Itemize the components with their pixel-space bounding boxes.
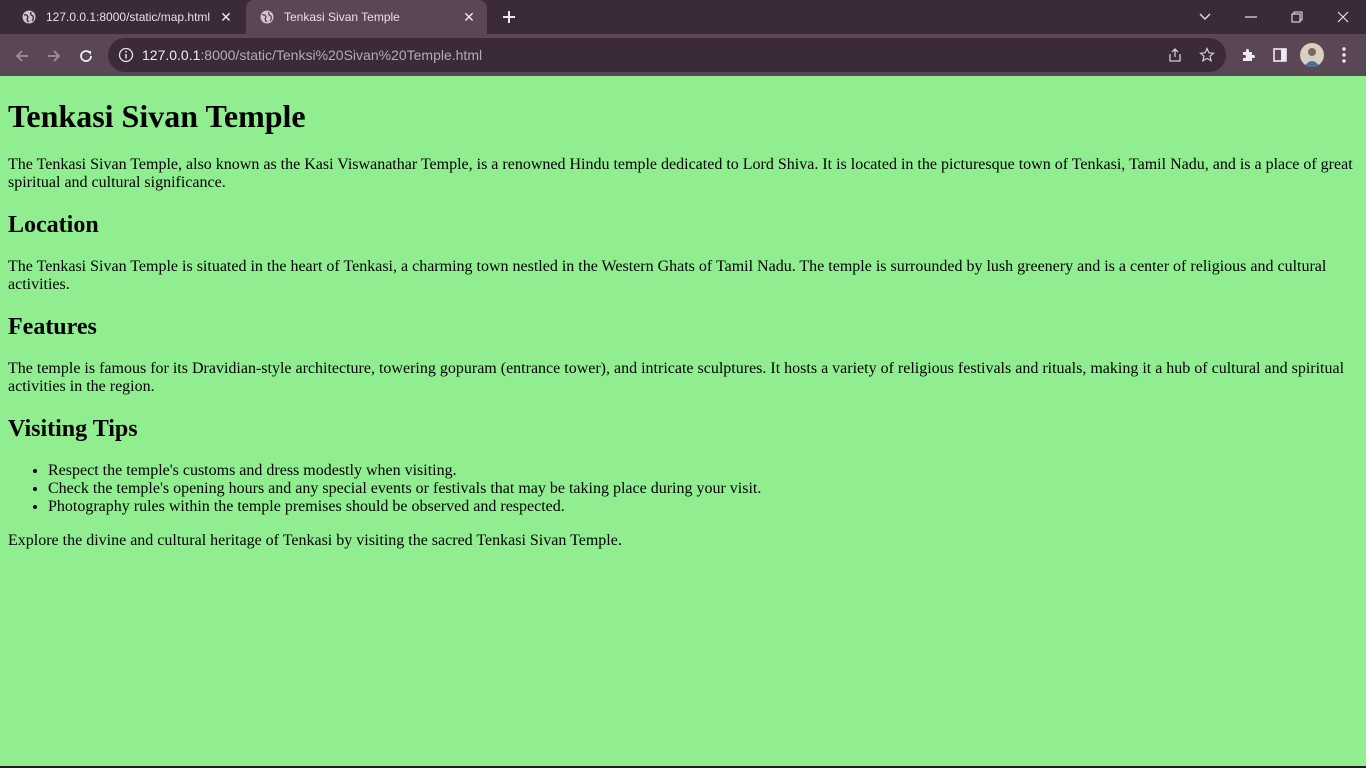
features-paragraph: The temple is famous for its Dravidian-s…: [8, 360, 1345, 395]
share-icon[interactable]: [1166, 46, 1184, 64]
restore-button[interactable]: [1274, 0, 1320, 34]
new-tab-button[interactable]: [498, 6, 520, 28]
minimize-icon: [1245, 16, 1257, 18]
menu-dots-icon[interactable]: [1332, 43, 1356, 67]
tab-title: 127.0.0.1:8000/static/map.html: [46, 10, 211, 24]
url-text[interactable]: 127.0.0.1:8000/static/Tenksi%20Sivan%20T…: [142, 47, 482, 63]
tab-tenkasi-temple[interactable]: Tenkasi Sivan Temple ✕: [246, 0, 487, 34]
globe-icon: [260, 10, 274, 24]
location-heading: Location: [8, 212, 99, 238]
info-icon[interactable]: [118, 47, 134, 63]
closing-paragraph: Explore the divine and cultural heritage…: [8, 532, 622, 549]
back-arrow-icon: [15, 50, 28, 62]
minimize-button[interactable]: [1228, 0, 1274, 34]
features-heading: Features: [8, 314, 97, 340]
visiting-tips-heading: Visiting Tips: [8, 416, 138, 442]
location-paragraph: The Tenkasi Sivan Temple is situated in …: [8, 258, 1327, 293]
plus-icon: [503, 11, 515, 23]
globe-icon: [22, 10, 36, 24]
forward-arrow-icon: [48, 50, 61, 62]
tab-search-button[interactable]: [1182, 0, 1228, 34]
list-item: Check the temple's opening hours and any…: [48, 480, 1358, 498]
bookmark-star-icon[interactable]: [1198, 46, 1216, 64]
extensions-icon[interactable]: [1236, 43, 1260, 67]
url-path: :8000/static/Tenksi%20Sivan%20Temple.htm…: [200, 47, 483, 63]
page-content: Tenkasi Sivan Temple The Tenkasi Sivan T…: [0, 76, 1366, 766]
list-item: Photography rules within the temple prem…: [48, 498, 1358, 516]
visiting-tips-list: Respect the temple's customs and dress m…: [48, 462, 1358, 516]
back-button[interactable]: [8, 42, 36, 70]
tab-map[interactable]: 127.0.0.1:8000/static/map.html ✕: [8, 0, 244, 34]
profile-avatar[interactable]: [1300, 43, 1324, 67]
close-tab-icon[interactable]: ✕: [217, 8, 235, 26]
reload-button[interactable]: [72, 42, 100, 70]
list-item: Respect the temple's customs and dress m…: [48, 462, 1358, 480]
tab-strip: 127.0.0.1:8000/static/map.html ✕ Tenkasi…: [0, 0, 1366, 34]
close-window-button[interactable]: [1320, 0, 1366, 34]
url-host: 127.0.0.1: [142, 47, 201, 63]
close-icon: [1337, 11, 1349, 23]
forward-button[interactable]: [40, 42, 68, 70]
address-bar[interactable]: 127.0.0.1:8000/static/Tenksi%20Sivan%20T…: [108, 38, 1226, 72]
restore-icon: [1291, 11, 1303, 23]
close-tab-icon[interactable]: ✕: [460, 8, 478, 26]
side-panel-icon[interactable]: [1268, 43, 1292, 67]
reload-icon: [80, 50, 92, 62]
intro-paragraph: The Tenkasi Sivan Temple, also known as …: [8, 156, 1353, 191]
chevron-down-icon: [1199, 13, 1211, 20]
page-title: Tenkasi Sivan Temple: [8, 98, 306, 134]
tab-title: Tenkasi Sivan Temple: [284, 10, 400, 24]
